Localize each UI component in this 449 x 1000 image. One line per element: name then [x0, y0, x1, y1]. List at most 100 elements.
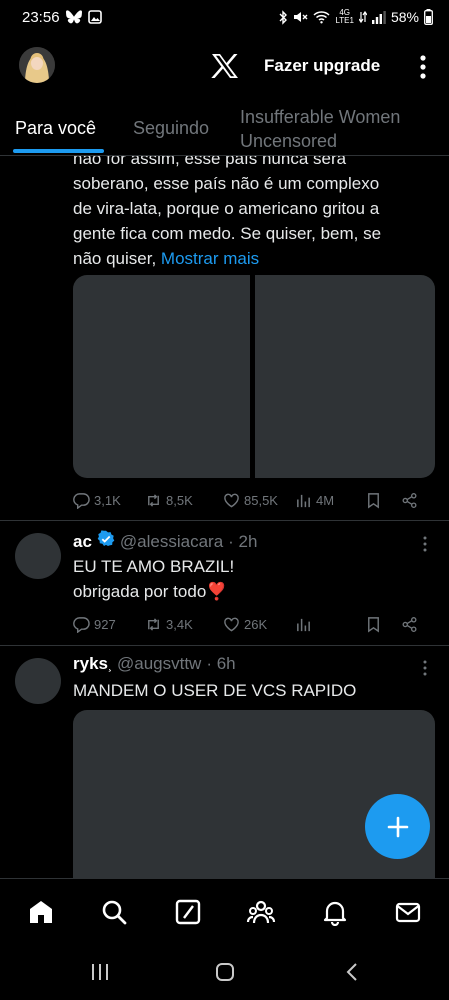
views-button[interactable]: 4M — [295, 492, 365, 509]
reply-count: 3,1K — [94, 492, 121, 508]
tweet-3-handle[interactable]: @augsvttw — [117, 654, 201, 674]
tweet-1-media[interactable] — [73, 275, 435, 478]
tweet-3-name-text: ryks — [73, 654, 108, 673]
heart-icon — [224, 493, 239, 507]
gallery-icon — [87, 10, 102, 24]
tweet-2-time: · 2h — [228, 531, 258, 551]
signal-icon — [371, 10, 386, 24]
tweet-3-line-1: MANDEM O USER DE VCS RAPIDO — [73, 681, 357, 700]
reply-icon — [73, 492, 90, 509]
more-options-icon[interactable] — [416, 54, 430, 80]
reply-icon — [73, 616, 90, 633]
tweet-3-more-icon[interactable] — [420, 659, 430, 677]
tab-insufferable-women[interactable]: Insufferable Women Uncensored — [240, 105, 440, 153]
bookmark-icon — [368, 492, 379, 508]
communities-icon[interactable] — [241, 892, 281, 932]
upgrade-button[interactable]: Fazer upgrade — [264, 56, 380, 76]
network-label: 4G LTE1 — [335, 9, 354, 25]
reply-button[interactable]: 3,1K — [73, 492, 145, 509]
back-icon[interactable] — [343, 962, 363, 987]
tab-para-voce[interactable]: Para você — [15, 118, 96, 139]
status-time: 23:56 — [22, 8, 60, 26]
tab-seguindo[interactable]: Seguindo — [133, 118, 209, 139]
profile-avatar[interactable] — [19, 47, 55, 83]
media-divider — [250, 275, 255, 478]
messages-icon[interactable] — [388, 892, 428, 932]
tweet-1-actions: 3,1K 8,5K 85,5K 4M — [73, 489, 433, 511]
heart-exclamation-emoji: ❣️ — [206, 582, 228, 601]
tweet-1-line: gente fica com medo. Se quiser, bem, se — [73, 224, 382, 243]
timeline-tabs: Para você Seguindo Insufferable Women Un… — [0, 100, 449, 156]
wifi-icon — [313, 10, 330, 24]
home-system-icon[interactable] — [215, 962, 235, 987]
notifications-icon[interactable] — [315, 892, 355, 932]
tweet-2-line-1: EU TE AMO BRAZIL! — [73, 557, 235, 576]
bluetooth-icon — [278, 9, 288, 25]
tweet-1-line: não for assim, esse país nunca será — [73, 156, 347, 168]
verified-badge-icon — [97, 530, 115, 553]
tab-insufferable-label: Insufferable Women Uncensored — [240, 107, 401, 151]
grok-icon[interactable] — [168, 892, 208, 932]
share-icon — [402, 492, 417, 508]
like-button[interactable]: 85,5K — [223, 492, 295, 509]
retweet-count: 3,4K — [166, 616, 193, 632]
share-button[interactable] — [401, 616, 418, 633]
battery-percent: 58% — [390, 9, 419, 25]
active-tab-indicator — [13, 149, 104, 153]
tweet-2-line-2: obrigada por todo — [73, 582, 207, 601]
tweet-2-header: ac @alessiacara · 2h — [73, 530, 257, 553]
bookmark-icon — [368, 616, 379, 632]
views-icon — [297, 618, 310, 631]
status-bar: 23:56 4G LTE1 58% — [0, 0, 449, 34]
timeline-feed[interactable]: não for assim, esse país nunca será sobe… — [0, 156, 449, 878]
home-icon[interactable] — [21, 892, 61, 932]
tweet-1-line: não quiser, — [73, 249, 161, 268]
share-icon — [402, 616, 417, 632]
reply-count: 927 — [94, 616, 116, 632]
views-button[interactable] — [295, 616, 365, 633]
tweet-2-handle[interactable]: @alessiacara — [120, 532, 223, 552]
tweet-2-name[interactable]: ac — [73, 532, 92, 552]
retweet-icon — [148, 617, 159, 631]
tweet-2-actions: 927 3,4K 26K — [73, 613, 433, 635]
retweet-button[interactable]: 3,4K — [145, 616, 223, 633]
bluesky-icon — [65, 10, 82, 24]
battery-icon — [424, 9, 433, 25]
retweet-count: 8,5K — [166, 492, 193, 508]
mute-icon — [293, 10, 308, 24]
heart-icon — [224, 617, 239, 631]
tweet-1-line-last: não quiser, Mostrar mais — [73, 246, 433, 271]
tweet-3-avatar[interactable] — [15, 658, 61, 704]
x-logo-icon — [211, 53, 239, 79]
tweet-3-header: ryks¸ @augsvttw · 6h — [73, 654, 236, 674]
tweet-2-text: EU TE AMO BRAZIL! obrigada por todo❣️ — [73, 554, 433, 604]
show-more-link[interactable]: Mostrar mais — [161, 249, 259, 268]
tweet-1-line: de vira-lata, porque o americano gritou … — [73, 199, 380, 218]
compose-button[interactable] — [365, 794, 430, 859]
tweet-3-text: MANDEM O USER DE VCS RAPIDO — [73, 678, 433, 703]
tweet-2-line-2-wrap: obrigada por todo❣️ — [73, 579, 433, 604]
tweet-divider — [0, 645, 449, 646]
like-button[interactable]: 26K — [223, 616, 295, 633]
tweet-2-avatar[interactable] — [15, 533, 61, 579]
retweet-button[interactable]: 8,5K — [145, 492, 223, 509]
tweet-1-line: soberano, esse país não é um complexo — [73, 174, 380, 193]
tweet-3-time: · 6h — [206, 654, 236, 673]
plus-icon — [387, 816, 408, 837]
search-icon[interactable] — [94, 892, 134, 932]
share-button[interactable] — [401, 492, 418, 509]
recent-apps-icon[interactable] — [90, 962, 110, 987]
like-count: 26K — [244, 616, 268, 632]
bookmark-button[interactable] — [365, 492, 401, 509]
reply-button[interactable]: 927 — [73, 616, 145, 633]
tweet-3-name-suffix: ¸ — [107, 658, 112, 672]
tweet-1-text: não for assim, esse país nunca será sobe… — [73, 156, 433, 271]
like-count: 85,5K — [244, 492, 278, 508]
data-transfer-icon — [358, 10, 367, 24]
bookmark-button[interactable] — [365, 616, 401, 633]
app-header: Fazer upgrade — [0, 34, 449, 100]
tweet-3-name[interactable]: ryks¸ — [73, 654, 112, 674]
tweet-2-more-icon[interactable] — [420, 535, 430, 553]
network-type: LTE1 — [335, 16, 354, 25]
view-count: 4M — [316, 492, 335, 508]
